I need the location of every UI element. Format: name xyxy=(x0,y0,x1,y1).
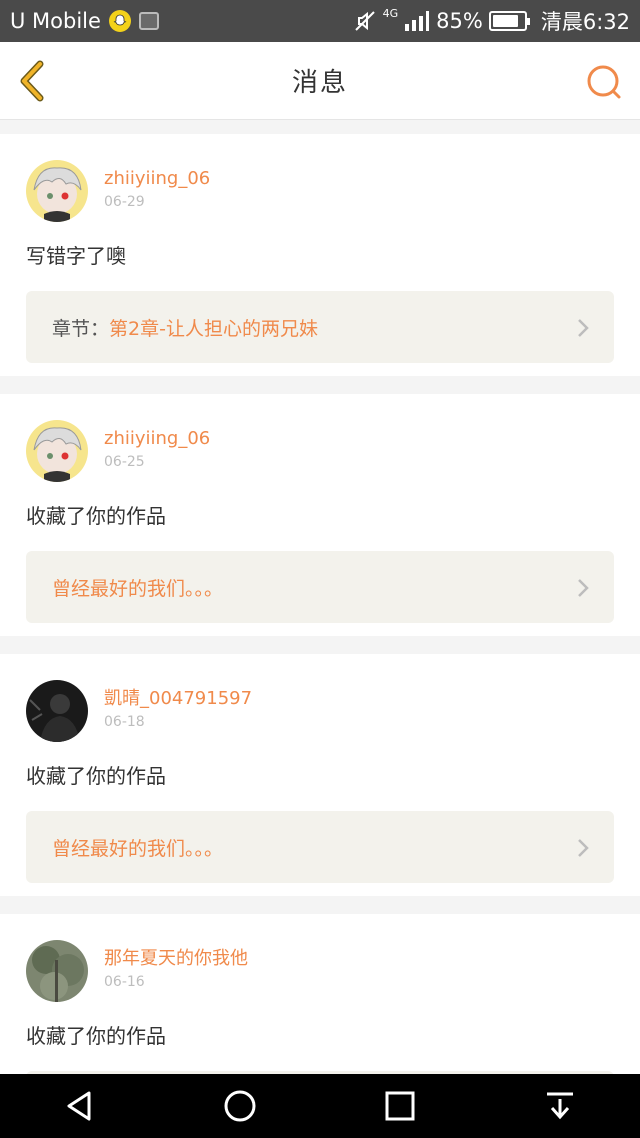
message-text: 收藏了你的作品 xyxy=(26,764,166,788)
ref-title: 曾经最好的我们。。。 xyxy=(52,577,224,600)
status-bar: U Mobile 4G 85% 清晨6:32 xyxy=(0,0,640,42)
home-circle-icon[interactable] xyxy=(210,1076,270,1136)
notification-pulldown-icon[interactable] xyxy=(530,1076,590,1136)
message-date: 06-29 xyxy=(104,194,145,210)
username[interactable]: zhiiyiing_06 xyxy=(104,168,210,190)
snapchat-icon xyxy=(108,10,131,32)
avatar[interactable] xyxy=(26,160,88,222)
signal-icon xyxy=(405,11,430,31)
message-date: 06-16 xyxy=(104,974,145,990)
avatar[interactable] xyxy=(26,940,88,1002)
work-reference[interactable]: 曾经最好的我们。。。 xyxy=(26,811,614,883)
avatar[interactable] xyxy=(26,420,88,482)
carrier-label: U Mobile xyxy=(10,9,101,33)
back-triangle-icon[interactable] xyxy=(50,1076,110,1136)
message-text: 收藏了你的作品 xyxy=(26,1024,166,1048)
message-date: 06-18 xyxy=(104,714,145,730)
app-header: 消息 xyxy=(0,42,640,120)
message-list: zhiiyiing_06 06-29 写错字了噢 章节： 第2章-让人担心的两兄… xyxy=(0,134,640,1138)
ref-title: 曾经最好的我们。。。 xyxy=(52,837,224,860)
gallery-icon xyxy=(138,12,159,30)
recents-square-icon[interactable] xyxy=(370,1076,430,1136)
username[interactable]: 那年夏天的你我他 xyxy=(104,948,248,970)
message-text: 收藏了你的作品 xyxy=(26,504,166,528)
battery-percent: 85% xyxy=(436,9,483,33)
ref-title: 第2章-让人担心的两兄妹 xyxy=(109,317,318,340)
battery-icon xyxy=(488,11,530,31)
work-reference[interactable]: 曾经最好的我们。。。 xyxy=(26,551,614,623)
chevron-right-icon xyxy=(578,579,589,597)
message-card[interactable]: zhiiyiing_06 06-29 写错字了噢 章节： 第2章-让人担心的两兄… xyxy=(0,134,640,376)
message-date: 06-25 xyxy=(104,454,145,470)
avatar[interactable] xyxy=(26,680,88,742)
chevron-right-icon xyxy=(578,319,589,337)
message-card[interactable]: zhiiyiing_06 06-25 收藏了你的作品 曾经最好的我们。。。 xyxy=(0,394,640,636)
navigation-bar xyxy=(0,1074,640,1138)
mute-icon xyxy=(354,11,375,31)
search-icon[interactable] xyxy=(584,62,624,102)
username[interactable]: 凱晴_004791597 xyxy=(104,688,252,710)
page-title: 消息 xyxy=(291,68,348,98)
network-label: 4G xyxy=(382,6,399,20)
ref-label: 章节： xyxy=(52,317,110,340)
back-chevron-icon[interactable] xyxy=(14,58,54,104)
message-card[interactable]: 凱晴_004791597 06-18 收藏了你的作品 曾经最好的我们。。。 xyxy=(0,654,640,896)
message-text: 写错字了噢 xyxy=(26,244,126,268)
username[interactable]: zhiiyiing_06 xyxy=(104,428,210,450)
work-reference[interactable]: 章节： 第2章-让人担心的两兄妹 xyxy=(26,291,614,363)
chevron-right-icon xyxy=(578,839,589,857)
clock: 清晨6:32 xyxy=(540,10,630,34)
